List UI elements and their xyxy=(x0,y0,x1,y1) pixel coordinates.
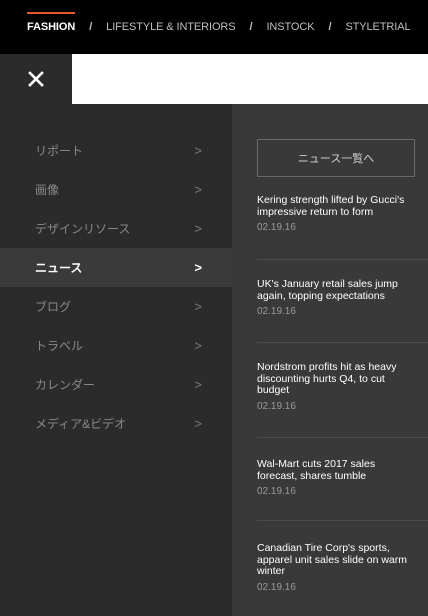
menu-item-calendar[interactable]: カレンダー > xyxy=(0,365,232,404)
category-menu: リポート > 画像 > デザインリソース > ニュース > ブログ > トラベル… xyxy=(0,104,232,616)
divider xyxy=(257,259,428,260)
chevron-right-icon: > xyxy=(194,182,202,197)
chevron-right-icon: > xyxy=(194,377,202,392)
nav-item-lifestyle-interiors[interactable]: LIFESTYLE & INTERIORS xyxy=(106,21,235,33)
menu-item-media-video[interactable]: メディア&ビデオ > xyxy=(0,404,232,443)
menu-item-travel[interactable]: トラベル > xyxy=(0,326,232,365)
menu-item-label: 画像 xyxy=(35,183,60,197)
article-date: 02.19.16 xyxy=(257,400,296,412)
chevron-right-icon: > xyxy=(194,143,202,158)
article-date: 02.19.16 xyxy=(257,486,296,497)
chevron-right-icon: > xyxy=(194,260,202,275)
menu-item-report[interactable]: リポート > xyxy=(0,131,232,170)
top-nav: FASHION / LIFESTYLE & INTERIORS / INSTOC… xyxy=(0,0,428,54)
news-article[interactable]: Wal-Mart cuts 2017 sales forecast, share… xyxy=(257,458,428,497)
nav-item-fashion[interactable]: FASHION xyxy=(27,12,76,33)
all-news-button[interactable]: ニュース一覧へ xyxy=(257,139,415,177)
close-button[interactable] xyxy=(0,54,72,104)
menu-item-label: トラベル xyxy=(35,339,84,353)
nav-separator: / xyxy=(89,21,93,33)
chevron-right-icon: > xyxy=(194,416,202,431)
chevron-right-icon: > xyxy=(194,299,202,314)
menu-item-label: メディア&ビデオ xyxy=(35,417,127,431)
menu-item-label: リポート xyxy=(35,144,84,158)
news-article[interactable]: Nordstrom profits hit as heavy discounti… xyxy=(257,361,428,412)
article-headline: Nordstrom profits hit as heavy discounti… xyxy=(257,361,397,396)
divider xyxy=(257,437,428,438)
chevron-right-icon: > xyxy=(194,338,202,353)
news-article[interactable]: UK's January retail sales jump again, to… xyxy=(257,278,428,317)
article-headline: UK's January retail sales jump again, to… xyxy=(257,278,398,302)
menu-item-design-resources[interactable]: デザインリソース > xyxy=(0,209,232,248)
menu-item-blog[interactable]: ブログ > xyxy=(0,287,232,326)
menu-item-label: ブログ xyxy=(35,300,72,314)
menu-item-label: デザインリソース xyxy=(35,222,131,236)
close-icon xyxy=(28,71,44,87)
news-panel: ニュース一覧へ Kering strength lifted by Gucci'… xyxy=(232,104,428,616)
nav-item-styletrial[interactable]: STYLETRIAL xyxy=(345,21,410,33)
menu-item-label: ニュース xyxy=(35,261,83,275)
search-field[interactable] xyxy=(72,54,428,104)
news-article[interactable]: Kering strength lifted by Gucci's impres… xyxy=(257,194,428,233)
menu-item-news[interactable]: ニュース > xyxy=(0,248,232,287)
nav-item-instock[interactable]: INSTOCK xyxy=(266,21,314,33)
menu-header-bar xyxy=(0,54,428,104)
article-date: 02.19.16 xyxy=(257,222,296,233)
menu-item-label: カレンダー xyxy=(35,378,96,392)
nav-separator: / xyxy=(249,21,253,33)
chevron-right-icon: > xyxy=(194,221,202,236)
article-headline: Kering strength lifted by Gucci's impres… xyxy=(257,194,405,218)
divider xyxy=(257,520,428,521)
news-article[interactable]: Canadian Tire Corp's sports, apparel uni… xyxy=(257,542,428,593)
menu-item-images[interactable]: 画像 > xyxy=(0,170,232,209)
article-date: 02.19.16 xyxy=(257,581,296,593)
article-headline: Canadian Tire Corp's sports, apparel uni… xyxy=(257,542,407,577)
article-headline: Wal-Mart cuts 2017 sales forecast, share… xyxy=(257,458,376,482)
nav-separator: / xyxy=(328,21,332,33)
article-date: 02.19.16 xyxy=(257,306,296,317)
divider xyxy=(257,342,428,343)
